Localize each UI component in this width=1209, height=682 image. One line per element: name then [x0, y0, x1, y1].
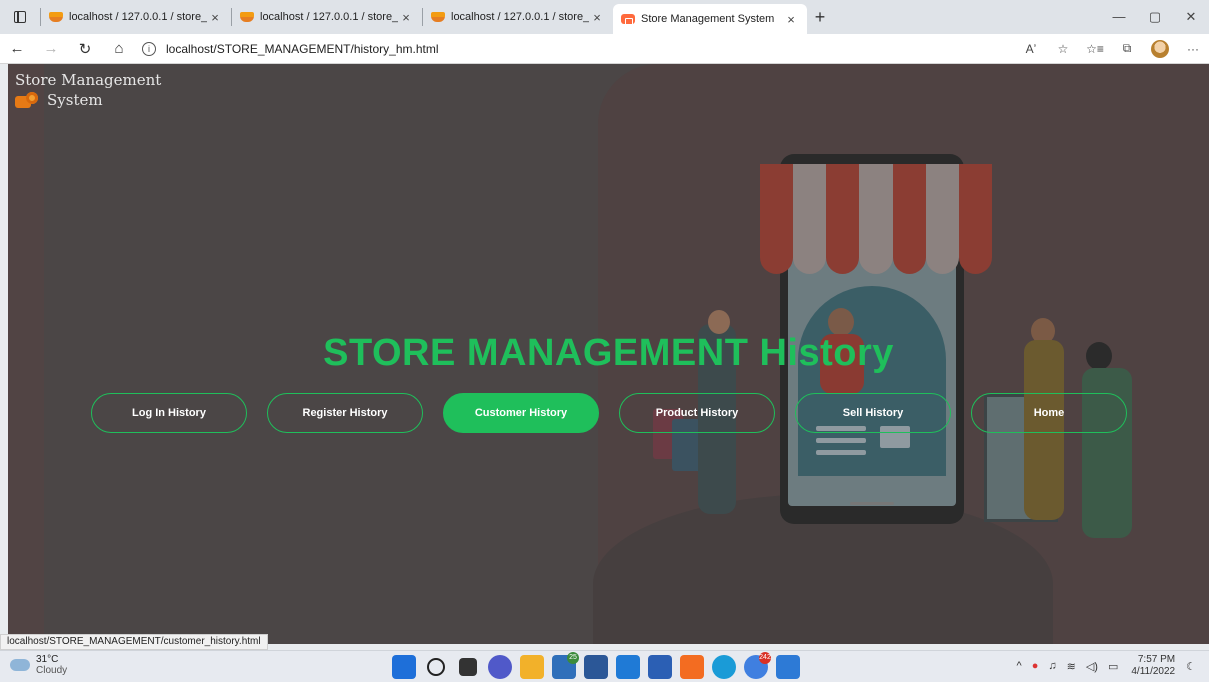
address-url[interactable]: localhost/STORE_MANAGEMENT/history_hm.ht… — [166, 42, 439, 56]
taskbar-apps: 25 242 — [392, 652, 808, 679]
browser-tab-strip: localhost / 127.0.0.1 / store_man × loca… — [0, 0, 1209, 34]
store-awning-illustration — [760, 164, 992, 274]
system-tray: ^ ● ♫ ≋ ◁) ▭ 7:57 PM 4/11/2022 ☾ — [1012, 654, 1201, 678]
search-icon[interactable] — [427, 658, 445, 676]
customer-history-button[interactable]: Customer History — [443, 393, 599, 433]
calculator-icon[interactable] — [584, 655, 608, 679]
cloud-icon — [10, 659, 30, 671]
store-favicon-icon — [621, 14, 635, 26]
collections-icon[interactable]: ⧉ — [1111, 41, 1143, 56]
clock-date: 4/11/2022 — [1131, 666, 1176, 677]
clock-time: 7:57 PM — [1137, 654, 1176, 665]
tab-actions-icon — [14, 11, 26, 23]
favorite-icon[interactable]: ☆ — [1047, 42, 1079, 56]
forward-button[interactable]: → — [34, 40, 68, 57]
favorites-bar-icon[interactable]: ☆≡ — [1079, 42, 1111, 56]
brand-name-line1: Store Management — [15, 71, 162, 89]
vscode-icon[interactable] — [616, 655, 640, 679]
brand-row: System — [15, 90, 161, 110]
status-url-tooltip: localhost/STORE_MANAGEMENT/customer_hist… — [0, 634, 268, 650]
notification-badge: 25 — [567, 652, 579, 664]
toolbar-actions: Aʼ ☆ ☆≡ ⧉ ··· — [1015, 39, 1209, 58]
address-bar[interactable]: i localhost/STORE_MANAGEMENT/history_hm.… — [142, 41, 1015, 56]
browser-tab[interactable]: localhost / 127.0.0.1 / store_man × — [423, 0, 613, 34]
phpmyadmin-icon — [240, 12, 254, 22]
profile-avatar[interactable] — [1151, 39, 1169, 58]
browser-toolbar: ← → ↻ ⌂ i localhost/STORE_MANAGEMENT/his… — [0, 34, 1209, 64]
sell-history-button[interactable]: Sell History — [795, 393, 951, 433]
tab-close-icon[interactable]: × — [398, 10, 414, 25]
tab-actions-button[interactable] — [0, 11, 40, 23]
more-menu-icon[interactable]: ··· — [1177, 42, 1209, 56]
teams-icon[interactable] — [488, 655, 512, 679]
xampp-icon[interactable] — [680, 655, 704, 679]
start-icon[interactable] — [392, 655, 416, 679]
phpmyadmin-icon — [431, 12, 445, 22]
weather-text: 31°C Cloudy — [36, 654, 67, 676]
tab-title: localhost / 127.0.0.1 / store_man — [451, 11, 589, 23]
page-title: STORE MANAGEMENT History — [323, 332, 894, 374]
minimize-button[interactable]: — — [1101, 0, 1137, 34]
page-viewport: Store Management System STORE MANAGEMENT… — [8, 64, 1209, 644]
site-info-icon[interactable]: i — [142, 41, 156, 56]
microphone-icon[interactable]: ♫ — [1048, 660, 1056, 672]
window-controls: — ▢ ✕ — [1101, 0, 1209, 34]
new-tab-button[interactable]: + — [807, 7, 833, 28]
product-history-button[interactable]: Product History — [619, 393, 775, 433]
browser-tab[interactable]: localhost / 127.0.0.1 / store_man × — [41, 0, 231, 34]
brand-name-line2: System — [47, 91, 103, 109]
weather-temp: 31°C — [36, 654, 59, 665]
taskbar: 31°C Cloudy 25 242 ^ ● ♫ ≋ ◁) ▭ 7:57 PM … — [0, 650, 1209, 682]
antivirus-icon[interactable]: ● — [1032, 660, 1039, 672]
tab-title: localhost / 127.0.0.1 / store_man — [260, 11, 398, 23]
edge-icon[interactable] — [712, 655, 736, 679]
home-nav-button[interactable]: Home — [971, 393, 1127, 433]
battery-icon[interactable]: ▭ — [1108, 660, 1118, 673]
history-nav: Log In History Register History Customer… — [91, 393, 1131, 433]
tab-close-icon[interactable]: × — [589, 10, 605, 25]
back-button[interactable]: ← — [0, 40, 34, 57]
task-view-icon[interactable] — [459, 658, 477, 676]
wifi-icon[interactable]: ≋ — [1067, 660, 1076, 673]
chrome-icon[interactable]: 242 — [744, 652, 771, 679]
browser-tab[interactable]: localhost / 127.0.0.1 / store_man × — [232, 0, 422, 34]
clock[interactable]: 7:57 PM 4/11/2022 — [1131, 654, 1175, 678]
phpmyadmin-icon — [49, 12, 63, 22]
store-logo-icon — [15, 90, 41, 110]
shopper-head-illustration — [708, 310, 730, 334]
photos-icon[interactable] — [776, 655, 800, 679]
tab-title: localhost / 127.0.0.1 / store_man — [69, 11, 207, 23]
refresh-button[interactable]: ↻ — [68, 40, 102, 58]
notification-badge: 242 — [759, 652, 771, 664]
browser-tab-active[interactable]: Store Management System × — [613, 4, 807, 34]
maximize-button[interactable]: ▢ — [1137, 0, 1173, 34]
weather-widget[interactable]: 31°C Cloudy — [10, 654, 67, 676]
read-aloud-icon[interactable]: Aʼ — [1015, 42, 1047, 56]
weather-condition: Cloudy — [36, 665, 68, 676]
home-button[interactable]: ⌂ — [102, 40, 136, 57]
store-icon[interactable]: 25 — [552, 652, 579, 679]
volume-icon[interactable]: ◁) — [1086, 660, 1098, 673]
word-icon[interactable] — [648, 655, 672, 679]
tab-close-icon[interactable]: × — [783, 12, 799, 27]
tab-title: Store Management System — [641, 13, 775, 25]
receipt-line-illustration — [816, 450, 866, 455]
show-hidden-icons-button[interactable]: ^ — [1017, 660, 1022, 672]
login-history-button[interactable]: Log In History — [91, 393, 247, 433]
register-history-button[interactable]: Register History — [267, 393, 423, 433]
tab-close-icon[interactable]: × — [207, 10, 223, 25]
phone-home-bar-illustration — [850, 502, 894, 505]
focus-assist-icon[interactable]: ☾ — [1186, 660, 1196, 673]
file-explorer-icon[interactable] — [520, 655, 544, 679]
brand-logo[interactable]: Store Management System — [15, 70, 161, 110]
receipt-line-illustration — [816, 438, 866, 443]
close-window-button[interactable]: ✕ — [1173, 0, 1209, 34]
